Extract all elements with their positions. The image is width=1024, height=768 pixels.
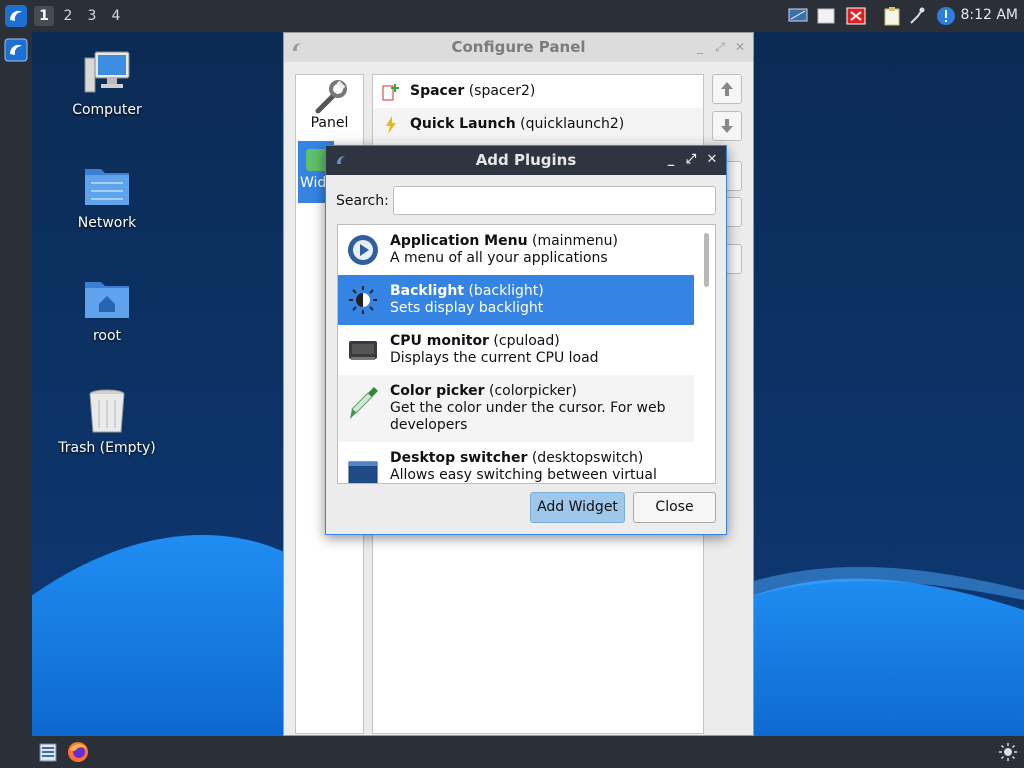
firefox-icon[interactable] bbox=[67, 741, 89, 763]
plugin-description: Get the color under the cursor. For web … bbox=[390, 400, 666, 433]
plugin-name: Application Menu bbox=[390, 233, 528, 249]
launcher-icon[interactable] bbox=[4, 38, 28, 62]
trash-icon bbox=[89, 389, 125, 433]
desktop-icon-label: Network bbox=[77, 215, 137, 231]
color-picker-icon bbox=[350, 387, 378, 419]
close-button[interactable]: Close bbox=[633, 492, 716, 523]
spacer-icon bbox=[382, 84, 399, 101]
widget-name: Spacer bbox=[410, 83, 465, 99]
plugin-description: Displays the current CPU load bbox=[390, 350, 599, 366]
add-widget-button[interactable]: Add Widget bbox=[530, 492, 625, 523]
network-folder-icon bbox=[85, 169, 129, 205]
search-input[interactable] bbox=[393, 186, 716, 215]
plugin-item-colorpicker[interactable]: Color picker (colorpicker) Get the color… bbox=[338, 375, 694, 442]
list-item[interactable]: Quick Launch (quicklaunch2) bbox=[373, 108, 703, 141]
search-label: Search: bbox=[336, 193, 389, 209]
plugin-name: Backlight bbox=[390, 283, 465, 299]
workspace-1[interactable]: 1 bbox=[34, 6, 54, 26]
dialog-app-icon bbox=[337, 156, 345, 164]
info-icon[interactable] bbox=[936, 6, 956, 26]
cpu-monitor-icon bbox=[349, 341, 377, 360]
clock[interactable]: 8:12 AM bbox=[960, 7, 1018, 23]
close-icon[interactable]: ✕ bbox=[705, 153, 719, 167]
scrollbar[interactable] bbox=[704, 233, 709, 287]
network-icon[interactable] bbox=[908, 6, 928, 26]
file-manager-icon[interactable] bbox=[38, 742, 58, 762]
tab-panel[interactable]: Panel bbox=[296, 75, 363, 139]
plugin-item-desktopswitch[interactable]: Desktop switcher (desktopswitch) Allows … bbox=[338, 442, 694, 483]
desktop-icon-computer[interactable]: Computer bbox=[47, 48, 167, 118]
left-panel bbox=[0, 32, 32, 736]
bottom-panel bbox=[0, 736, 1024, 768]
desktop-icon-root[interactable]: root bbox=[47, 274, 167, 344]
maximize-icon[interactable]: ⤢ bbox=[713, 40, 727, 54]
workspace-4[interactable]: 4 bbox=[106, 6, 126, 26]
plugin-description: A menu of all your applications bbox=[390, 250, 608, 266]
minimize-icon[interactable]: _ bbox=[693, 40, 707, 54]
home-folder-icon bbox=[85, 282, 129, 318]
window-title: Configure Panel bbox=[451, 38, 586, 56]
plugin-item-cpuload[interactable]: CPU monitor (cpuload) Displays the curre… bbox=[338, 325, 694, 375]
plugin-id: (colorpicker) bbox=[489, 383, 577, 399]
tab-label: Panel bbox=[310, 115, 349, 131]
plugin-id: (desktopswitch) bbox=[531, 450, 644, 466]
window-app-icon bbox=[293, 43, 301, 51]
plugin-name: CPU monitor bbox=[390, 333, 489, 349]
widget-id: (spacer2) bbox=[468, 83, 536, 99]
arrow-up-icon bbox=[721, 82, 733, 96]
application-menu-icon bbox=[348, 235, 378, 265]
arrow-down-icon bbox=[721, 119, 733, 133]
plugin-description: Allows easy switching between virtual bbox=[390, 467, 657, 483]
top-panel: 1 2 3 4 8:12 AM bbox=[0, 0, 1024, 32]
workspace-3[interactable]: 3 bbox=[82, 6, 102, 26]
configure-panel-titlebar[interactable]: Configure Panel bbox=[284, 33, 753, 62]
close-app-icon[interactable] bbox=[846, 6, 866, 26]
plugin-id: (cpuload) bbox=[493, 333, 560, 349]
desktop-icon-network[interactable]: Network bbox=[47, 161, 167, 231]
move-up-button[interactable] bbox=[712, 74, 742, 104]
workspace-2[interactable]: 2 bbox=[58, 6, 78, 26]
lightning-icon bbox=[386, 116, 396, 134]
computer-icon bbox=[84, 51, 130, 93]
brightness-icon[interactable] bbox=[998, 742, 1018, 762]
minimize-icon[interactable]: _ bbox=[664, 153, 678, 167]
maximize-icon[interactable]: ⤢ bbox=[684, 153, 698, 167]
widget-name: Quick Launch bbox=[410, 116, 516, 132]
backlight-icon bbox=[349, 286, 377, 314]
plugin-item-mainmenu[interactable]: Application Menu (mainmenu) A menu of al… bbox=[338, 225, 694, 275]
close-icon[interactable]: ✕ bbox=[733, 40, 747, 54]
desktop-icon-label: Trash (Empty) bbox=[58, 440, 156, 456]
start-menu-icon[interactable] bbox=[4, 4, 28, 28]
notes-icon[interactable] bbox=[816, 6, 836, 26]
plugin-list: Application Menu (mainmenu) A menu of al… bbox=[337, 224, 716, 484]
display-icon[interactable] bbox=[788, 6, 808, 26]
move-down-button[interactable] bbox=[712, 111, 742, 141]
plugin-id: (mainmenu) bbox=[532, 233, 618, 249]
wrench-icon bbox=[315, 80, 347, 114]
desktop-icon-label: Computer bbox=[72, 102, 142, 118]
plugin-id: (backlight) bbox=[468, 283, 544, 299]
plugin-item-backlight[interactable]: Backlight (backlight) Sets display backl… bbox=[338, 275, 694, 325]
clipboard-icon[interactable] bbox=[882, 6, 902, 26]
dialog-title: Add Plugins bbox=[475, 151, 577, 169]
desktop-icon-label: root bbox=[92, 328, 122, 344]
plugin-name: Desktop switcher bbox=[390, 450, 528, 466]
plugin-name: Color picker bbox=[390, 383, 485, 399]
list-item[interactable]: Spacer (spacer2) bbox=[373, 75, 703, 108]
add-plugins-dialog: Add Plugins _ ⤢ ✕ Search: Application Me… bbox=[325, 145, 727, 535]
desktop-switcher-icon bbox=[348, 461, 378, 483]
plugin-description: Sets display backlight bbox=[390, 300, 544, 316]
desktop-icon-trash[interactable]: Trash (Empty) bbox=[47, 386, 167, 456]
widget-id: (quicklaunch2) bbox=[520, 116, 625, 132]
